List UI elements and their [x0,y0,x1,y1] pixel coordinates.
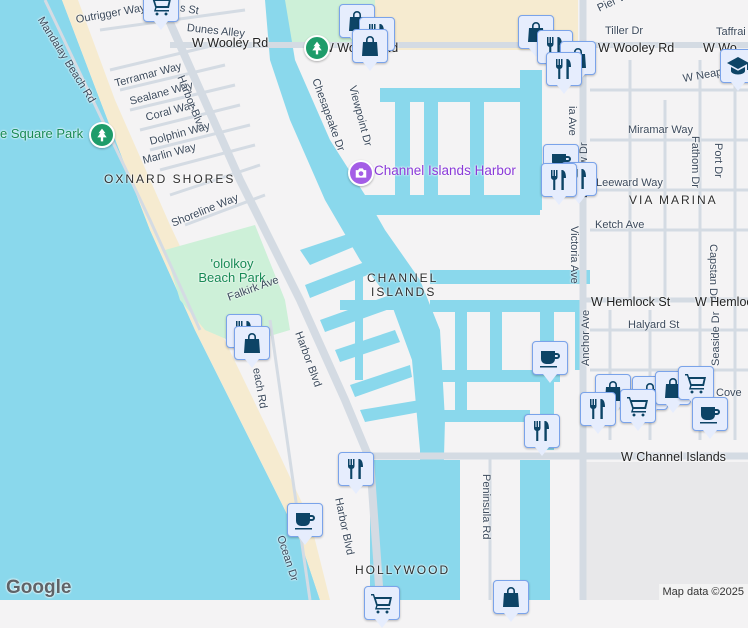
area-label-oxnard-shores: OXNARD SHORES [104,172,235,186]
street-label-port: Port Dr [712,143,724,178]
restaurant-icon [530,419,554,443]
restaurant-marker[interactable] [546,52,582,86]
street-label-w-hemlock-st: W Hemlock St [591,295,670,309]
area-label-channel-islands-2: ISLANDS [371,285,436,299]
restaurant-marker[interactable] [338,452,374,486]
shopping-cart-icon [149,0,173,17]
restaurant-icon [586,397,610,421]
map-attribution[interactable]: Map data ©2025 [659,584,748,600]
shopping-cart-icon [370,591,394,615]
street-label-w-wooley-rd-3: W Wooley Rd [598,41,674,55]
street-label-fathom: Fathom Dr [689,136,701,188]
coffee-cup-icon [293,508,317,532]
shopping-marker[interactable] [352,29,388,63]
street-label-victoria-ave-top: ia Ave [566,106,578,136]
park-marker[interactable] [304,35,330,61]
area-label-hollywood: HOLLYWOOD [355,563,450,577]
park-marker-square-park[interactable] [89,122,115,148]
restaurant-marker[interactable] [580,392,616,426]
park-label-square-park: e Square Park [0,126,83,141]
street-label-leeward: Leeward Way [596,177,663,189]
grocery-marker[interactable] [620,389,656,423]
grocery-marker[interactable] [364,586,400,620]
shopping-marker[interactable] [493,580,529,614]
restaurant-icon [552,57,576,81]
shopping-bag-icon [358,34,382,58]
street-label-w-wooley-rd: W Wooley Rd [192,36,268,50]
area-label-via-marina: VIA MARINA [629,193,718,207]
street-label-miramar: Miramar Way [628,124,693,136]
street-label-anchor: Anchor Ave [580,310,592,366]
street-label-ketch: Ketch Ave [595,219,644,231]
graduation-cap-icon [726,54,748,78]
cafe-marker[interactable] [692,397,728,431]
shopping-cart-icon [626,394,650,418]
street-label-w-channel-islands: W Channel Islands [621,450,726,464]
shopping-bag-icon [240,331,264,355]
street-label-capstan: Capstan Dr [707,244,719,300]
coffee-cup-icon [698,402,722,426]
industrial-area [585,462,748,600]
street-label-w-hemlock: W Hemlock [695,295,748,309]
street-label-seaside: Seaside Dr [710,312,722,366]
shopping-bag-icon [499,585,523,609]
attraction-marker-harbor[interactable] [348,160,374,186]
tree-icon [310,41,324,55]
google-logo: Google [6,577,71,599]
street-label-victoria-ave: Victoria Ave [568,226,580,284]
shopping-marker[interactable] [234,326,270,360]
grocery-marker[interactable] [143,0,179,22]
school-marker[interactable] [720,49,748,83]
street-label-taffrail: Taffrai [716,26,746,38]
poi-label-channel-islands-harbor[interactable]: Channel Islands Harbor [374,163,516,178]
restaurant-marker[interactable] [541,163,577,197]
street-label-halyard: Halyard St [628,319,679,331]
shopping-cart-icon [684,371,708,395]
cafe-marker[interactable] [287,503,323,537]
restaurant-icon [547,168,571,192]
street-label-peninsula: Peninsula Rd [480,474,492,539]
street-label-tiller: Tiller Dr [605,25,643,37]
coffee-cup-icon [538,346,562,370]
area-label-channel-islands-1: CHANNEL [367,271,438,285]
restaurant-icon [344,457,368,481]
tree-icon [95,128,109,142]
camera-icon [354,166,368,180]
cafe-marker[interactable] [532,341,568,375]
restaurant-marker[interactable] [524,414,560,448]
grocery-marker[interactable] [678,366,714,400]
